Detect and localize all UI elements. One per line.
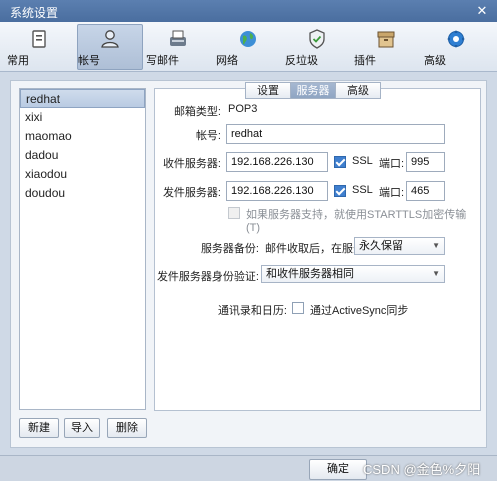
toolbar-item-compose[interactable]: 写邮件 [145,24,211,70]
toolbar-item-plugin[interactable]: 插件 [353,24,419,70]
toolbar-label: 高级 [424,55,446,67]
title-bar: 系统设置 ✕ [0,0,497,22]
delete-account-button[interactable]: 删除 [107,418,147,438]
chevron-down-icon: ▼ [432,241,440,250]
activesync-checkbox[interactable] [292,302,304,314]
server-backup-select[interactable]: 永久保留 ▼ [354,237,445,255]
server-backup-label: 服务器备份: [200,243,259,255]
outgoing-server-label: 发件服务器: [162,187,221,199]
toolbar-label: 写邮件 [146,55,179,67]
content-area: redhat xixi maomao dadou xiaodou doudou … [10,80,487,448]
antispam-icon [309,29,325,49]
toolbar-label: 插件 [354,55,376,67]
incoming-port-field[interactable]: 995 [406,152,445,172]
outgoing-port-field[interactable]: 465 [406,181,445,201]
account-list-item[interactable]: dadou [20,146,145,165]
watermark: CSDN @金色%夕阳 [363,462,481,477]
outgoing-ssl-checkbox[interactable] [334,185,346,197]
sync-label: 通讯录和日历: [217,305,287,317]
account-list-item[interactable]: maomao [20,127,145,146]
account-list-item[interactable]: redhat [20,89,145,108]
toolbar-item-network[interactable]: 网络 [215,24,281,70]
toolbar-item-advanced[interactable]: 高级 [423,24,489,70]
outgoing-server-field[interactable]: 192.168.226.130 [226,181,328,201]
server-settings-panel: 邮箱类型: POP3 帐号: redhat 收件服务器: 192.168.226… [154,88,481,411]
incoming-ssl-label: SSL [352,155,373,167]
outgoing-port-label: 端口: [379,187,405,199]
ok-button[interactable]: 确定 [309,459,367,480]
toolbar-item-account[interactable]: 帐号 [77,24,143,70]
tab-settings[interactable]: 设置 [245,82,291,99]
account-list-item[interactable]: xixi [20,108,145,127]
tab-server[interactable]: 服务器 [290,82,336,99]
advanced-icon [447,30,465,48]
account-name-label: 帐号: [195,130,221,142]
account-list-item[interactable]: doudou [20,184,145,203]
account-name-field[interactable]: redhat [226,124,445,144]
window-title: 系统设置 [10,6,59,20]
mailbox-type-value: POP3 [228,103,258,115]
toolbar-label: 常用 [7,55,29,67]
auth-select[interactable]: 和收件服务器相同 ▼ [261,265,445,283]
starttls-label: 如果服务器支持，就使用STARTTLS加密传输(T) [246,209,467,234]
incoming-port-label: 端口: [379,158,405,170]
import-account-button[interactable]: 导入 [64,418,100,438]
settings-toolbar: 常用 帐号 写邮件 网络 反垃圾 插件 高级 [0,22,497,72]
toolbar-item-antispam[interactable]: 反垃圾 [284,24,350,70]
incoming-server-label: 收件服务器: [162,158,221,170]
incoming-ssl-checkbox[interactable] [334,156,346,168]
account-list-item[interactable]: xiaodou [20,165,145,184]
auth-label: 发件服务器身份验证: [156,271,259,283]
account-list[interactable]: redhat xixi maomao dadou xiaodou doudou [19,88,146,410]
general-icon [32,30,46,48]
account-icon [101,30,119,48]
mailbox-type-label: 邮箱类型: [173,106,221,118]
tab-advanced[interactable]: 高级 [335,82,381,99]
close-icon[interactable]: ✕ [473,2,491,19]
server-backup-value: 永久保留 [359,240,403,252]
toolbar-label: 帐号 [78,55,100,67]
toolbar-item-general[interactable]: 常用 [6,24,72,70]
auth-value: 和收件服务器相同 [266,268,354,280]
toolbar-label: 网络 [216,55,238,67]
chevron-down-icon: ▼ [432,269,440,278]
activesync-label: 通过ActiveSync同步 [310,305,409,317]
outgoing-ssl-label: SSL [352,184,373,196]
plugin-icon [377,31,395,48]
new-account-button[interactable]: 新建 [19,418,59,438]
starttls-checkbox[interactable] [228,207,240,219]
toolbar-label: 反垃圾 [285,55,318,67]
incoming-server-field[interactable]: 192.168.226.130 [226,152,328,172]
compose-icon [170,30,186,46]
network-icon [240,31,256,47]
